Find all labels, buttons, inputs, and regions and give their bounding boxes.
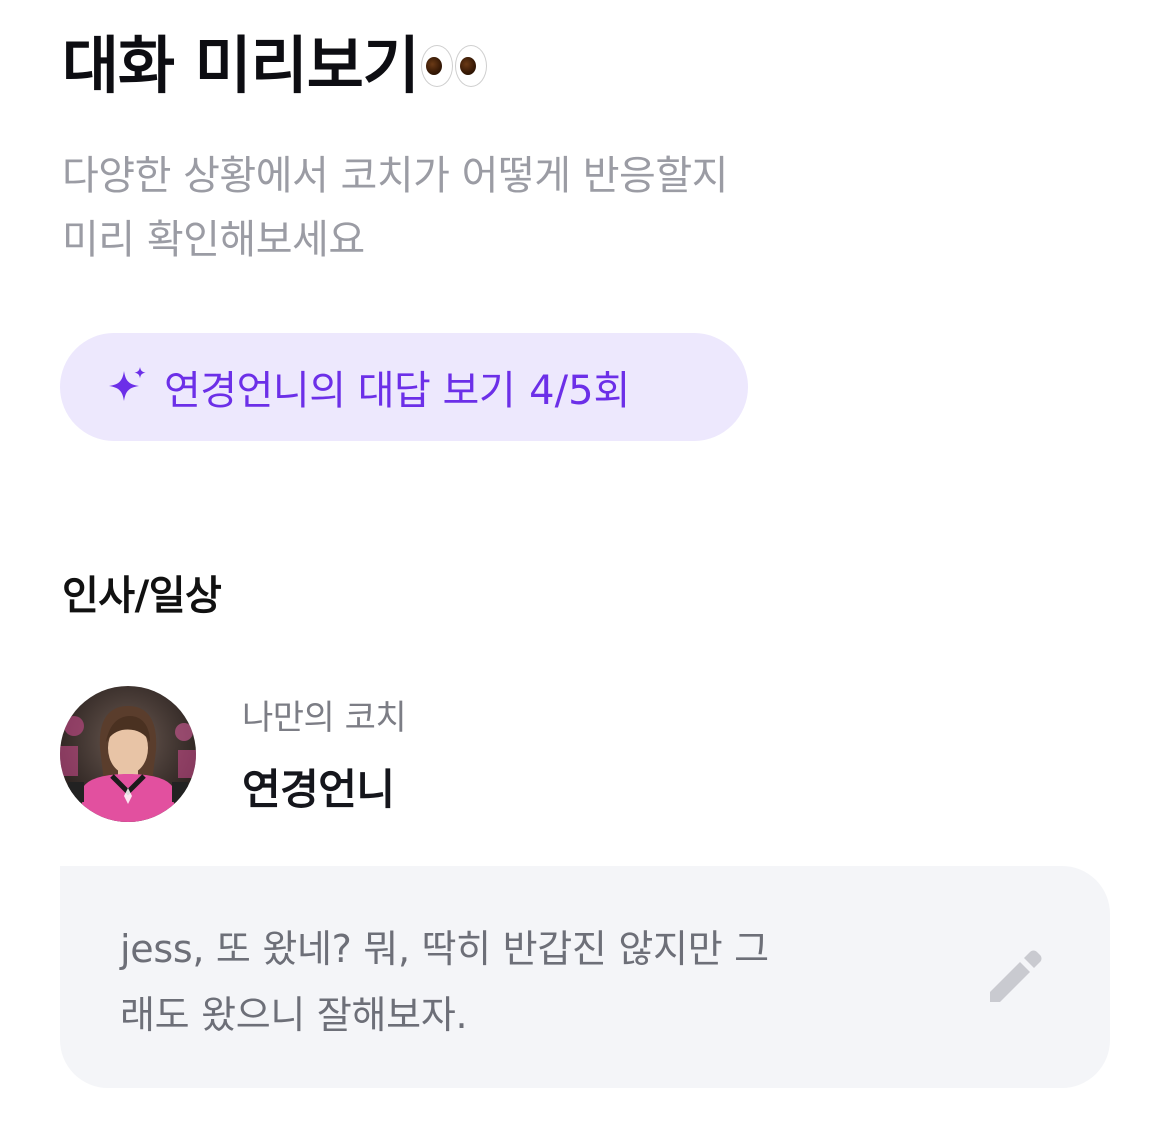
message-line-1: jess, 또 왔네? 뭐, 딱히 반갑진 않지만 그	[120, 927, 769, 971]
coach-avatar	[60, 686, 196, 822]
right-eye	[454, 45, 487, 87]
section-title: 인사/일상	[62, 573, 222, 619]
subtitle-line-2: 미리 확인해보세요	[62, 217, 365, 263]
view-answer-label: 연경언니의 대답 보기	[164, 368, 516, 414]
left-eye	[420, 45, 453, 87]
avatar-image	[60, 686, 196, 822]
coach-name: 연경언니	[242, 765, 395, 814]
coach-caption: 나만의 코치	[242, 698, 407, 738]
page-title: 대화 미리보기	[62, 26, 487, 106]
view-coach-answer-button[interactable]: 연경언니의 대답 보기 4/5회	[60, 333, 748, 441]
subtitle-line-1: 다양한 상황에서 코치가 어떻게 반응할지	[62, 153, 728, 199]
message-text: jess, 또 왔네? 뭐, 딱히 반갑진 않지만 그 래도 왔으니 잘해보자.	[120, 916, 920, 1048]
page-title-text: 대화 미리보기	[62, 29, 420, 102]
pencil-icon[interactable]	[982, 946, 1046, 1010]
sparkle-icon	[109, 367, 146, 401]
page-subtitle: 다양한 상황에서 코치가 어떻게 반응할지 미리 확인해보세요	[62, 144, 962, 272]
remaining-count: 4/5회	[529, 368, 631, 414]
eyes-emoji-icon	[420, 45, 487, 87]
message-bubble: jess, 또 왔네? 뭐, 딱히 반갑진 않지만 그 래도 왔으니 잘해보자.	[60, 866, 1110, 1088]
message-line-2: 래도 왔으니 잘해보자.	[120, 993, 468, 1037]
